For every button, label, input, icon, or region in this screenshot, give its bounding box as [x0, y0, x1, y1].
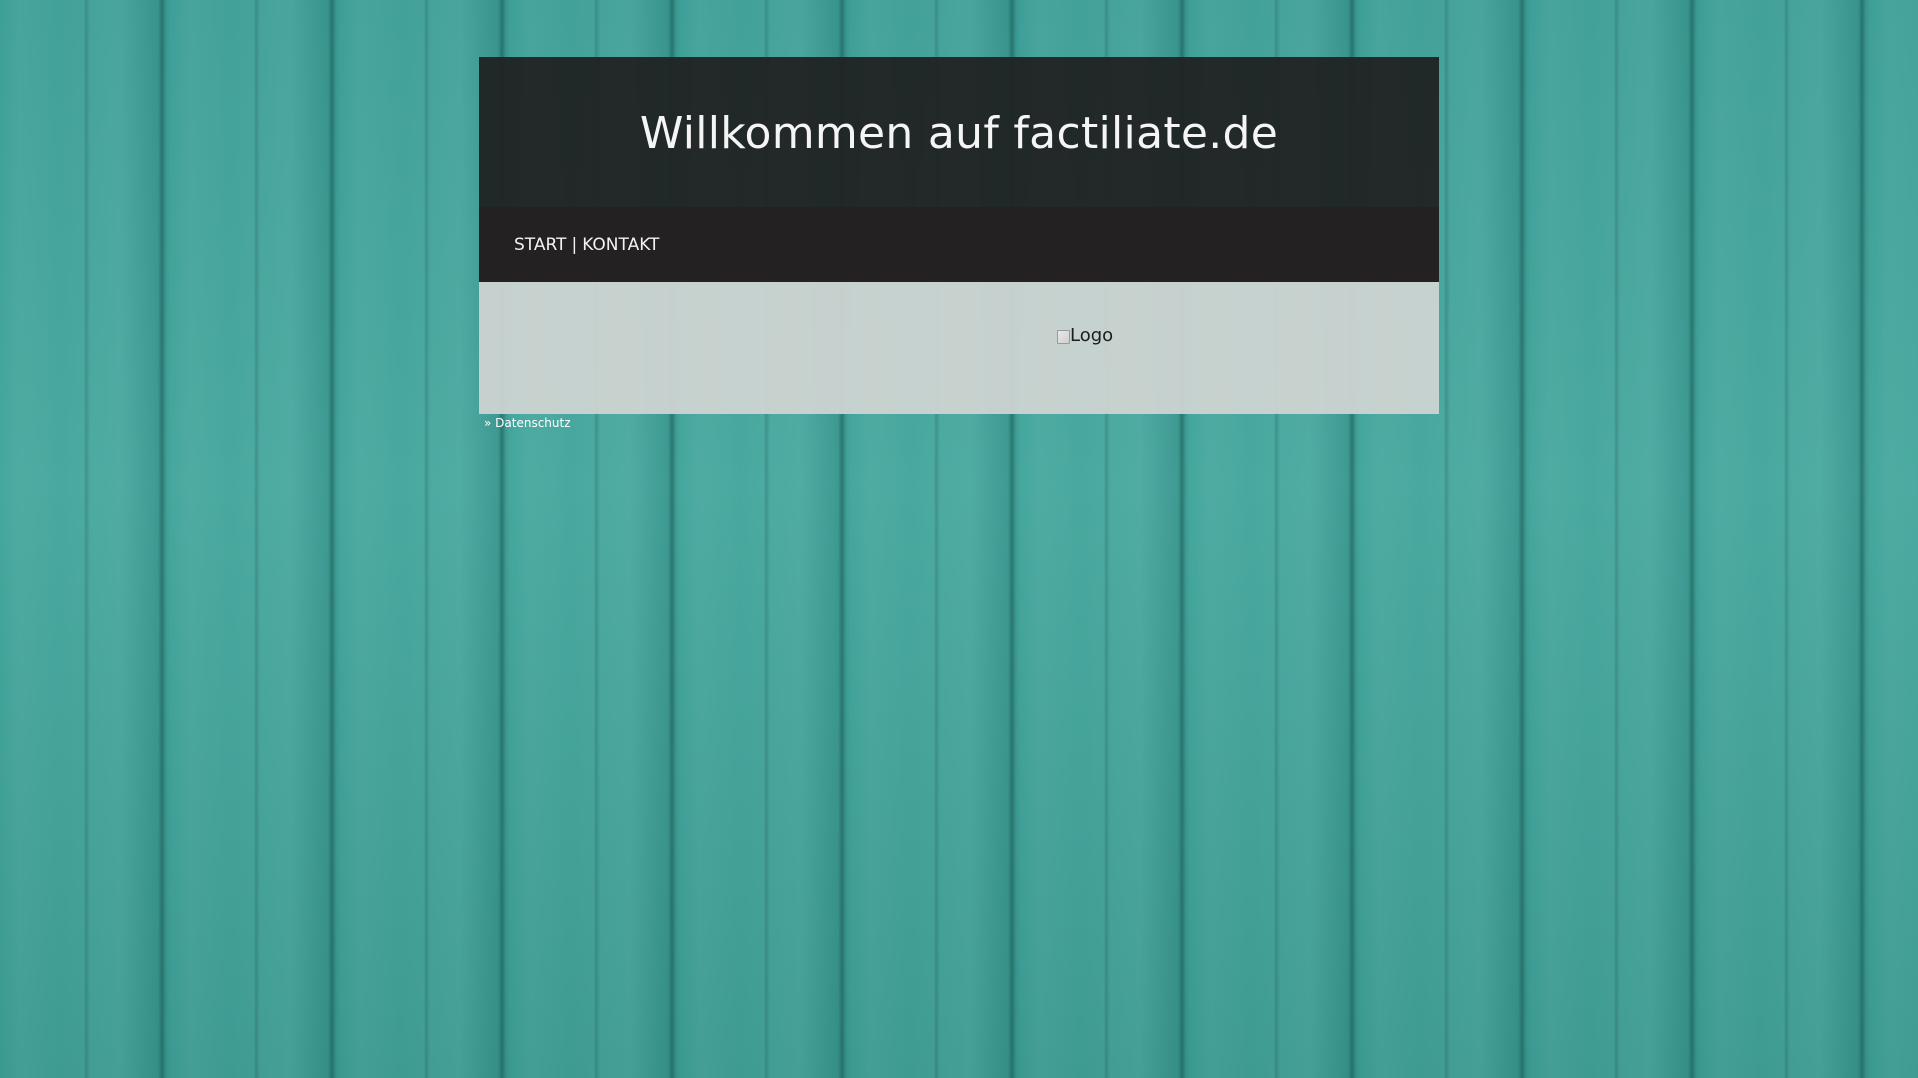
content-area: Logo — [479, 282, 1439, 414]
footer-links: » Datenschutz — [479, 416, 1439, 430]
nav-start-link[interactable]: START — [514, 235, 566, 255]
nav-separator: | — [571, 234, 578, 255]
logo-alt-text: Logo — [1070, 325, 1114, 346]
main-nav: START | KONTAKT — [479, 207, 1439, 282]
datenschutz-link-prefix: » — [484, 416, 496, 430]
site-title: Willkommen auf factiliate.de — [639, 107, 1279, 159]
datenschutz-link[interactable]: » Datenschutz — [484, 416, 571, 430]
page-container: Willkommen auf factiliate.de START | KON… — [479, 57, 1439, 430]
broken-image-icon — [1056, 328, 1070, 344]
logo-image: Logo — [1056, 325, 1113, 346]
nav-kontakt-link[interactable]: KONTAKT — [582, 235, 659, 255]
datenschutz-link-label: Datenschutz — [495, 416, 571, 430]
site-header: Willkommen auf factiliate.de — [479, 57, 1439, 207]
